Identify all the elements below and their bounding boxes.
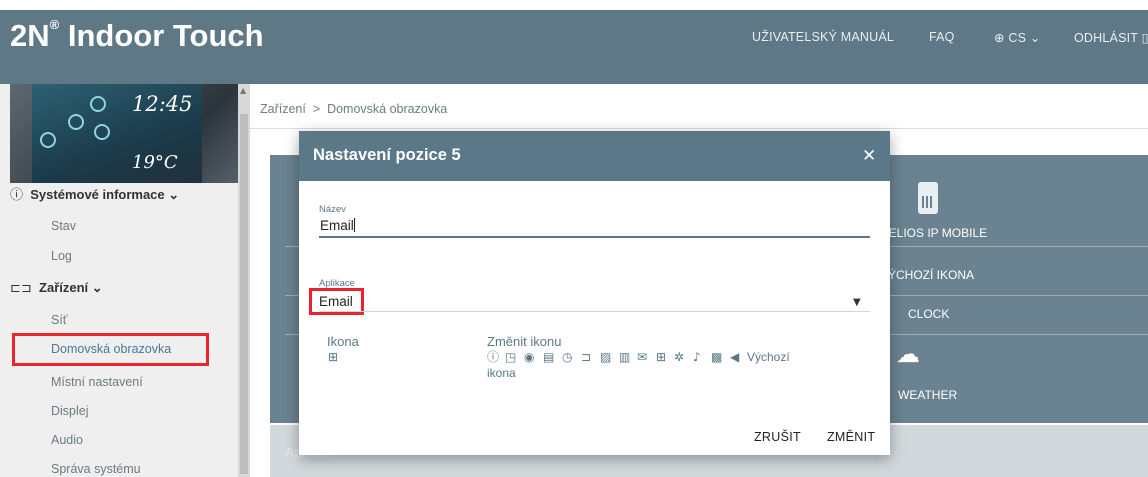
chevron-down-icon: ⌄ — [1029, 31, 1041, 45]
tile-default-icon-label[interactable]: VÝCHOZÍ IKONA — [880, 268, 974, 282]
chevron-down-icon: ⌄ — [91, 280, 103, 295]
divider — [250, 128, 1148, 129]
highlight-box-home-screen — [12, 333, 209, 366]
info-icon: ⓘ — [10, 187, 24, 202]
breadcrumb-root[interactable]: Zařízení — [260, 102, 306, 116]
icon-label: Ikona — [327, 334, 359, 349]
logout-icon: ▯ — [1141, 31, 1148, 45]
video-icon[interactable]: ▩ — [711, 350, 722, 364]
phone-icon[interactable]: ▥ — [619, 350, 630, 364]
manual-link[interactable]: UŽIVATELSKÝ MANUÁL — [752, 30, 894, 44]
device-clock: 12:45 — [132, 92, 193, 116]
device-temperature: 19°C — [132, 152, 178, 173]
sidebar-item-sit[interactable]: Síť — [51, 313, 68, 327]
app-logo: 2N® Indoor Touch — [10, 16, 264, 53]
breadcrumb-current: Domovská obrazovka — [327, 102, 448, 116]
window-icon[interactable]: ◳ — [505, 350, 516, 364]
faq-link[interactable]: FAQ — [929, 30, 955, 44]
door-icon[interactable]: ⊐ — [581, 350, 591, 364]
default-icon-link[interactable]: Výchozí — [747, 350, 790, 364]
speaker-icon[interactable]: ◀ — [730, 350, 739, 364]
name-input-underline — [319, 236, 870, 238]
clock-icon[interactable]: ◷ — [562, 350, 572, 364]
default-icon-link-cont[interactable]: ikona — [487, 366, 516, 380]
sidebar-item-log[interactable]: Log — [51, 249, 72, 263]
dialog-title: Nastavení pozice 5 — [313, 146, 461, 164]
image-icon[interactable]: ▨ — [600, 350, 611, 364]
current-email-icon: ⊞ — [328, 350, 339, 364]
globe-icon: ⊕ — [994, 31, 1005, 45]
cancel-button[interactable]: ZRUŠIT — [754, 430, 801, 444]
tile-helios-label[interactable]: HELIOS IP MOBILE — [880, 226, 987, 240]
sidebar-item-local-settings[interactable]: Místní nastavení — [51, 375, 143, 389]
close-icon[interactable]: ✕ — [862, 146, 876, 166]
name-input[interactable]: Email — [320, 218, 355, 233]
phone-icon — [918, 182, 938, 214]
sidebar-section-system-info[interactable]: ⓘ Systémové informace ⌄ — [10, 184, 179, 203]
music-icon[interactable]: ♪ — [693, 350, 701, 364]
info-icon[interactable]: ⓘ — [487, 350, 499, 364]
sidebar-item-stav[interactable]: Stav — [51, 219, 76, 233]
sidebar-section-device[interactable]: ⊏⊐ Zařízení ⌄ — [10, 280, 103, 296]
chevron-down-icon: ⌄ — [168, 187, 180, 202]
change-button[interactable]: ZMĚNIT — [827, 430, 875, 444]
breadcrumb: Zařízení > Domovská obrazovka — [260, 102, 448, 116]
email-icon[interactable]: ✉ — [637, 350, 647, 364]
dropdown-arrow-icon[interactable]: ▼ — [853, 297, 861, 308]
tile-weather-label[interactable]: WEATHER — [898, 388, 957, 402]
sidebar-scrollbar[interactable]: ▲ — [238, 84, 250, 477]
app-select-underline — [319, 311, 870, 312]
logout-link[interactable]: ODHLÁSIT ▯ — [1074, 30, 1148, 45]
gear-icon[interactable]: ✲ — [674, 350, 684, 364]
name-field-label: Název — [319, 204, 346, 215]
chart-icon[interactable]: ⊞ — [656, 350, 666, 364]
camera-icon[interactable]: ◉ — [524, 350, 534, 364]
language-selector[interactable]: ⊕ CS ⌄ — [994, 30, 1041, 45]
sidebar-item-system-management[interactable]: Správa systému — [51, 462, 141, 476]
device-image — [10, 84, 238, 183]
tile-clock-label[interactable]: CLOCK — [908, 307, 949, 321]
weather-icon: ☁ — [896, 340, 920, 368]
sidebar-item-audio[interactable]: Audio — [51, 433, 83, 447]
intercom-icon[interactable]: ▤ — [543, 350, 554, 364]
sidebar-item-display[interactable]: Displej — [51, 404, 89, 418]
change-icon-label: Změnit ikonu — [487, 334, 562, 349]
devices-icon: ⊏⊐ — [10, 280, 32, 295]
